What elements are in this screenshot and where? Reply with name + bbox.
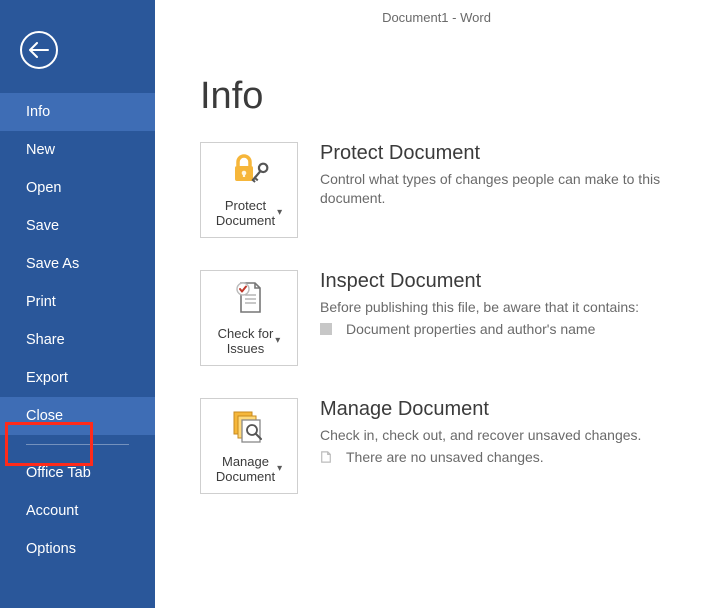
section-protect: Protect Document▾ Protect Document Contr… <box>200 142 718 238</box>
chevron-down-icon: ▾ <box>275 335 280 347</box>
sidebar-item-label: Info <box>26 104 50 120</box>
back-arrow-icon <box>29 42 49 58</box>
sidebar-item-print[interactable]: Print <box>0 283 155 321</box>
document-stack-magnify-icon <box>201 399 297 454</box>
page-title: Info <box>200 75 718 118</box>
sidebar-item-export[interactable]: Export <box>0 359 155 397</box>
inspect-desc: Before publishing this file, be aware th… <box>320 298 700 317</box>
document-check-icon <box>201 271 297 326</box>
sidebar-separator <box>26 444 129 445</box>
inspect-bullet-row: Document properties and author's name <box>320 321 700 337</box>
sidebar-item-label: Save <box>26 218 59 234</box>
sidebar-item-label: Save As <box>26 256 79 272</box>
protect-heading: Protect Document <box>320 142 700 165</box>
manage-bullet-row: There are no unsaved changes. <box>320 449 700 465</box>
tile-label-text: Check for Issues <box>218 326 274 357</box>
sidebar-item-label: Options <box>26 541 76 557</box>
lock-key-icon <box>201 143 297 198</box>
check-for-issues-button[interactable]: Check for Issues▾ <box>200 270 298 366</box>
section-inspect: Check for Issues▾ Inspect Document Befor… <box>200 270 718 366</box>
sidebar-item-label: New <box>26 142 55 158</box>
section-manage: Manage Document▾ Manage Document Check i… <box>200 398 718 494</box>
tile-label-text: Protect Document <box>216 198 275 229</box>
sidebar-item-options[interactable]: Options <box>0 530 155 568</box>
sidebar-item-info[interactable]: Info <box>0 93 155 131</box>
manage-document-button[interactable]: Manage Document▾ <box>200 398 298 494</box>
sidebar-item-close[interactable]: Close <box>0 397 155 435</box>
document-small-icon <box>320 451 332 463</box>
main-content: Document1 - Word Info Protect <box>155 0 718 608</box>
sidebar-item-save[interactable]: Save <box>0 207 155 245</box>
window-title: Document1 - Word <box>155 0 718 25</box>
sidebar-item-label: Office Tab <box>26 465 91 481</box>
inspect-heading: Inspect Document <box>320 270 700 293</box>
manage-bullet-text: There are no unsaved changes. <box>346 449 544 465</box>
sidebar-item-label: Close <box>26 408 63 424</box>
tile-label-text: Manage Document <box>216 454 275 485</box>
sidebar-item-label: Print <box>26 294 56 310</box>
sidebar-item-label: Export <box>26 370 68 386</box>
inspect-bullet-text: Document properties and author's name <box>346 321 595 337</box>
manage-heading: Manage Document <box>320 398 700 421</box>
backstage-sidebar: Info New Open Save Save As Print Share E… <box>0 0 155 608</box>
protect-document-button[interactable]: Protect Document▾ <box>200 142 298 238</box>
back-button[interactable] <box>20 31 58 69</box>
sidebar-item-new[interactable]: New <box>0 131 155 169</box>
sidebar-item-label: Open <box>26 180 61 196</box>
square-bullet-icon <box>320 323 332 335</box>
sidebar-item-save-as[interactable]: Save As <box>0 245 155 283</box>
sidebar-item-label: Account <box>26 503 78 519</box>
sidebar-item-open[interactable]: Open <box>0 169 155 207</box>
sidebar-item-account[interactable]: Account <box>0 492 155 530</box>
chevron-down-icon: ▾ <box>277 207 282 219</box>
sidebar-item-label: Share <box>26 332 65 348</box>
sidebar-item-office-tab[interactable]: Office Tab <box>0 454 155 492</box>
manage-desc: Check in, check out, and recover unsaved… <box>320 426 700 445</box>
sidebar-item-share[interactable]: Share <box>0 321 155 359</box>
chevron-down-icon: ▾ <box>277 463 282 475</box>
protect-desc: Control what types of changes people can… <box>320 170 700 208</box>
